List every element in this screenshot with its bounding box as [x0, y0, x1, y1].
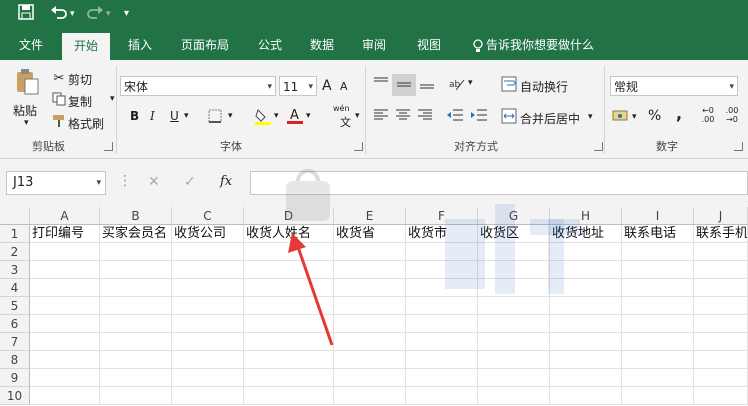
undo-dropdown-icon[interactable]: ▾	[70, 4, 75, 24]
chevron-down-icon: ▾	[308, 82, 313, 92]
tab-formulas[interactable]: 公式	[248, 30, 292, 60]
font-launcher-icon[interactable]	[354, 142, 363, 151]
name-box[interactable]: J13 ▾	[6, 171, 106, 195]
copy-dropdown-icon[interactable]: ▾	[110, 94, 115, 104]
format-painter-icon[interactable]	[50, 114, 68, 132]
align-top-icon[interactable]	[372, 76, 390, 94]
wrap-text-button[interactable]: 自动换行	[520, 78, 568, 95]
underline-button[interactable]: U	[170, 109, 179, 123]
chevron-down-icon: ▾	[267, 82, 272, 92]
borders-icon[interactable]	[206, 109, 224, 127]
title-bar: ▾ ▾ ▾	[0, 0, 748, 30]
paste-icon[interactable]	[14, 68, 40, 95]
group-divider	[365, 66, 366, 154]
customize-icon[interactable]: ▾	[124, 4, 129, 24]
redo-dropdown-icon[interactable]: ▾	[106, 4, 111, 24]
decrease-decimal-icon[interactable]: .00 →0	[722, 106, 742, 128]
tab-review[interactable]: 审阅	[352, 30, 396, 60]
wrap-text-icon[interactable]	[500, 76, 518, 94]
align-bottom-icon[interactable]	[418, 76, 436, 94]
phonetic-button[interactable]: wén	[333, 104, 350, 113]
orientation-icon[interactable]: ab	[448, 76, 466, 94]
phonetic-dropdown-icon[interactable]: ▾	[355, 111, 360, 121]
font-name-select[interactable]: 宋体 ▾	[120, 76, 276, 96]
paste-dropdown-icon[interactable]: ▾	[24, 118, 29, 128]
tab-file[interactable]: 文件	[10, 30, 52, 60]
number-group-label: 数字	[656, 140, 678, 153]
number-format-select[interactable]: 常规 ▾	[610, 76, 738, 96]
orientation-dropdown-icon[interactable]: ▾	[468, 78, 473, 88]
cancel-icon[interactable]: ✕	[148, 174, 160, 190]
formula-bar: J13 ▾ ⋮ ✕ ✓ fx	[0, 159, 748, 207]
group-divider	[604, 66, 605, 154]
align-left-icon[interactable]	[372, 108, 390, 126]
borders-dropdown-icon[interactable]: ▾	[228, 111, 233, 121]
italic-button[interactable]: I	[150, 109, 155, 123]
redo-icon[interactable]	[86, 4, 104, 24]
accounting-format-icon[interactable]	[612, 108, 630, 126]
ribbon-home: 粘贴 ▾ ✂ 剪切 复制 ▾ 格式刷 剪贴板 宋体 ▾ 11 ▾ A A B I U…	[0, 60, 748, 159]
copy-button[interactable]: 复制	[68, 93, 92, 110]
alignment-launcher-icon[interactable]	[594, 142, 603, 151]
number-launcher-icon[interactable]	[734, 142, 743, 151]
undo-icon[interactable]	[50, 4, 68, 24]
svg-text:A: A	[290, 108, 299, 123]
tell-me-search[interactable]: 告诉我你想要做什么	[486, 30, 604, 60]
merge-center-icon[interactable]	[500, 108, 518, 126]
chevron-down-icon: ▾	[96, 178, 101, 188]
shrink-font-button[interactable]: A	[340, 80, 348, 93]
fill-color-icon[interactable]	[254, 107, 272, 125]
scissors-icon[interactable]: ✂	[50, 70, 68, 88]
svg-text:ab: ab	[449, 80, 461, 90]
grow-font-button[interactable]: A	[322, 78, 332, 94]
font-size-value: 11	[283, 80, 299, 94]
font-name-value: 宋体	[124, 80, 149, 94]
excel-window: ▾ ▾ ▾ 文件 开始 插入 页面布局 公式 数据 审阅 视图 告诉我你想要做什…	[0, 0, 748, 406]
clipboard-launcher-icon[interactable]	[104, 142, 113, 151]
percent-button[interactable]: %	[648, 108, 661, 124]
phonetic-char-icon: 文	[340, 116, 351, 129]
font-color-dropdown-icon[interactable]: ▾	[306, 111, 311, 121]
clipboard-group-label: 剪贴板	[32, 140, 65, 153]
lightbulb-icon	[470, 30, 486, 60]
font-size-select[interactable]: 11 ▾	[279, 76, 317, 96]
chevron-down-icon: ▾	[729, 82, 734, 92]
spreadsheet-grid: ABCDEFGHIJ 12345678910 打印编号买家会员名收货公司收货人姓…	[0, 169, 748, 406]
name-box-value: J13	[13, 175, 34, 190]
fill-color-dropdown-icon[interactable]: ▾	[274, 111, 279, 121]
font-group-label: 字体	[220, 140, 242, 153]
underline-dropdown-icon[interactable]: ▾	[184, 111, 189, 121]
tab-home[interactable]: 开始	[62, 33, 110, 60]
font-color-icon[interactable]: A	[286, 107, 304, 125]
tab-data[interactable]: 数据	[300, 30, 344, 60]
paste-button[interactable]: 粘贴	[13, 102, 37, 119]
alignment-group-label: 对齐方式	[454, 140, 498, 153]
align-center-icon[interactable]	[394, 108, 412, 126]
comma-button[interactable]: ,	[676, 104, 682, 123]
format-painter-button[interactable]: 格式刷	[68, 115, 104, 132]
decrease-indent-icon[interactable]	[446, 108, 464, 126]
bold-button[interactable]: B	[130, 109, 139, 123]
merge-center-button[interactable]: 合并后居中	[520, 110, 580, 127]
copy-icon[interactable]	[50, 92, 68, 110]
number-format-value: 常规	[614, 80, 639, 94]
save-icon[interactable]	[18, 4, 34, 24]
insert-function-button[interactable]: fx	[220, 174, 232, 189]
merge-dropdown-icon[interactable]: ▾	[588, 112, 593, 122]
more-options-icon: ⋮	[118, 173, 132, 189]
increase-indent-icon[interactable]	[470, 108, 488, 126]
enter-icon[interactable]: ✓	[184, 174, 196, 190]
accounting-dropdown-icon[interactable]: ▾	[632, 112, 637, 122]
align-right-icon[interactable]	[416, 108, 434, 126]
tab-page-layout[interactable]: 页面布局	[170, 30, 240, 60]
group-divider	[116, 66, 117, 154]
align-middle-icon[interactable]	[392, 74, 416, 96]
ribbon-tabs: 文件 开始 插入 页面布局 公式 数据 审阅 视图 告诉我你想要做什么	[0, 30, 748, 60]
tab-view[interactable]: 视图	[404, 30, 454, 60]
annotation-arrow	[288, 233, 334, 346]
increase-decimal-icon[interactable]: ←0.00	[698, 106, 718, 128]
tab-insert[interactable]: 插入	[118, 30, 162, 60]
cut-button[interactable]: 剪切	[68, 71, 92, 88]
